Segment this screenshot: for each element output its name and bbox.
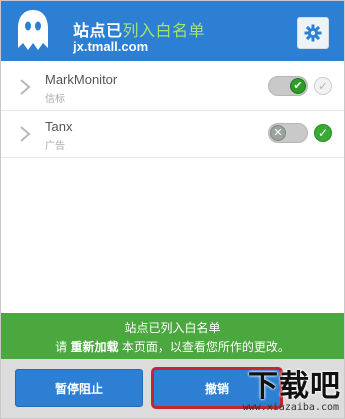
reload-link[interactable]: 重新加载 [70,340,118,354]
notice-title: 站点已列入白名单 [124,321,221,335]
notice-prefix: 请 [55,340,71,354]
toggle-knob: ✕ [270,125,286,141]
tracker-category: 广告 [45,141,65,152]
tracker-name: Tanx [45,119,73,134]
settings-button[interactable] [297,17,329,49]
tracker-row[interactable]: MarkMonitor 信标 ✔ ✓ [1,64,344,111]
watermark-logo: 下载吧 [248,369,341,404]
watermark: 下载吧 www.xiazaiba.com [223,359,344,418]
chevron-right-icon[interactable] [18,78,32,96]
pause-blocking-button[interactable]: 暂停阻止 [15,369,143,407]
ghostery-popup: 站点已列入白名单 jx.tmall.com MarkMonitor 信标 ✔ ✓… [0,0,345,419]
title-accent: 列入白名单 [122,23,206,40]
trust-toggle[interactable]: ✔ [268,76,308,96]
whitelist-notice: 站点已列入白名单 请 重新加载 本页面，以查看您所作的更改。 [1,313,344,359]
site-domain: jx.tmall.com [73,39,149,54]
page-title: 站点已列入白名单 [73,17,205,41]
block-checkbox[interactable]: ✓ [314,77,332,95]
notice-message: 请 重新加载 本页面，以查看您所作的更改。 [1,338,344,355]
trust-toggle[interactable]: ✕ [268,123,308,143]
gear-icon [304,24,322,42]
tracker-row[interactable]: Tanx 广告 ✕ ✓ [1,111,344,158]
chevron-right-icon[interactable] [18,125,32,143]
tracker-category: 信标 [45,94,65,105]
title-prefix: 站点已 [73,23,123,40]
tracker-name: MarkMonitor [45,72,118,87]
toggle-knob: ✔ [290,78,306,94]
notice-suffix: 本页面，以查看您所作的更改。 [118,340,290,354]
header: 站点已列入白名单 jx.tmall.com [1,1,344,61]
watermark-url: www.xiazaiba.com [242,402,339,413]
block-checkbox[interactable]: ✓ [314,124,332,142]
ghost-icon [18,10,48,50]
